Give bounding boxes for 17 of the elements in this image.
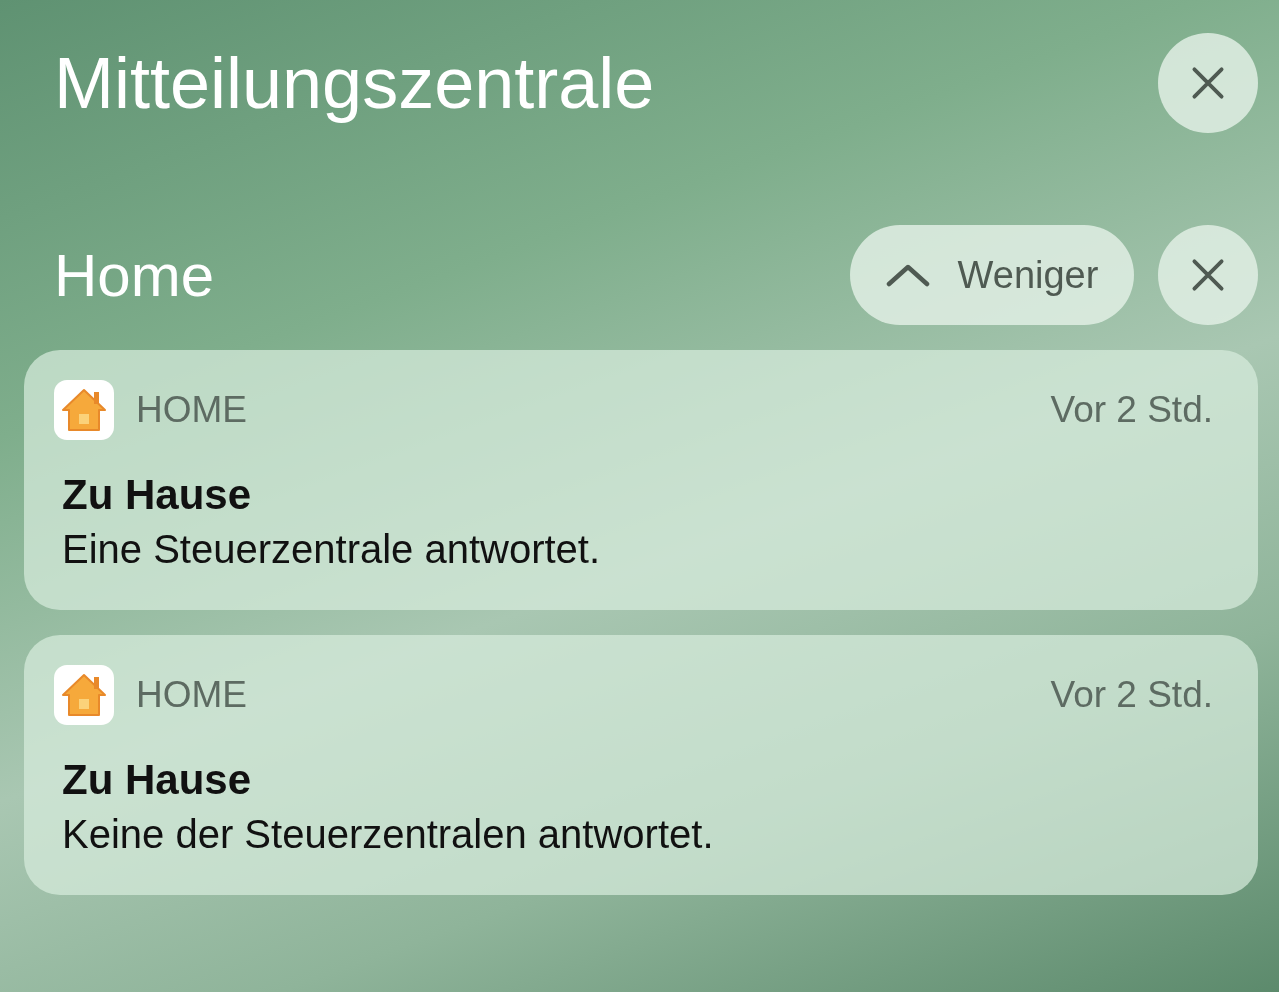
caret-up-icon <box>885 263 930 287</box>
notification-card[interactable]: HOME Vor 2 Std. Zu Hause Eine Steuerzentrale antwortet. <box>24 350 1258 610</box>
close-icon <box>1191 66 1225 100</box>
group-title: Home <box>54 240 216 310</box>
show-less-button[interactable]: Weniger <box>850 225 1134 325</box>
close-icon <box>1191 258 1225 292</box>
notification-title: Zu Hause <box>62 755 253 805</box>
house-app-icon <box>54 380 114 440</box>
notification-body: Eine Steuerzentrale antwortet. <box>62 525 602 573</box>
notification-title: Zu Hause <box>62 470 253 520</box>
app-name: HOME <box>136 389 248 431</box>
house-app-icon <box>54 665 114 725</box>
app-name: HOME <box>136 674 248 716</box>
timestamp: Vor 2 Std. <box>1050 674 1213 716</box>
timestamp: Vor 2 Std. <box>1050 389 1213 431</box>
notification-card[interactable]: HOME Vor 2 Std. Zu Hause Keine der Steuerzentralen antwortet. <box>24 635 1258 895</box>
notification-body: Keine der Steuerzentralen antwortet. <box>62 810 715 858</box>
